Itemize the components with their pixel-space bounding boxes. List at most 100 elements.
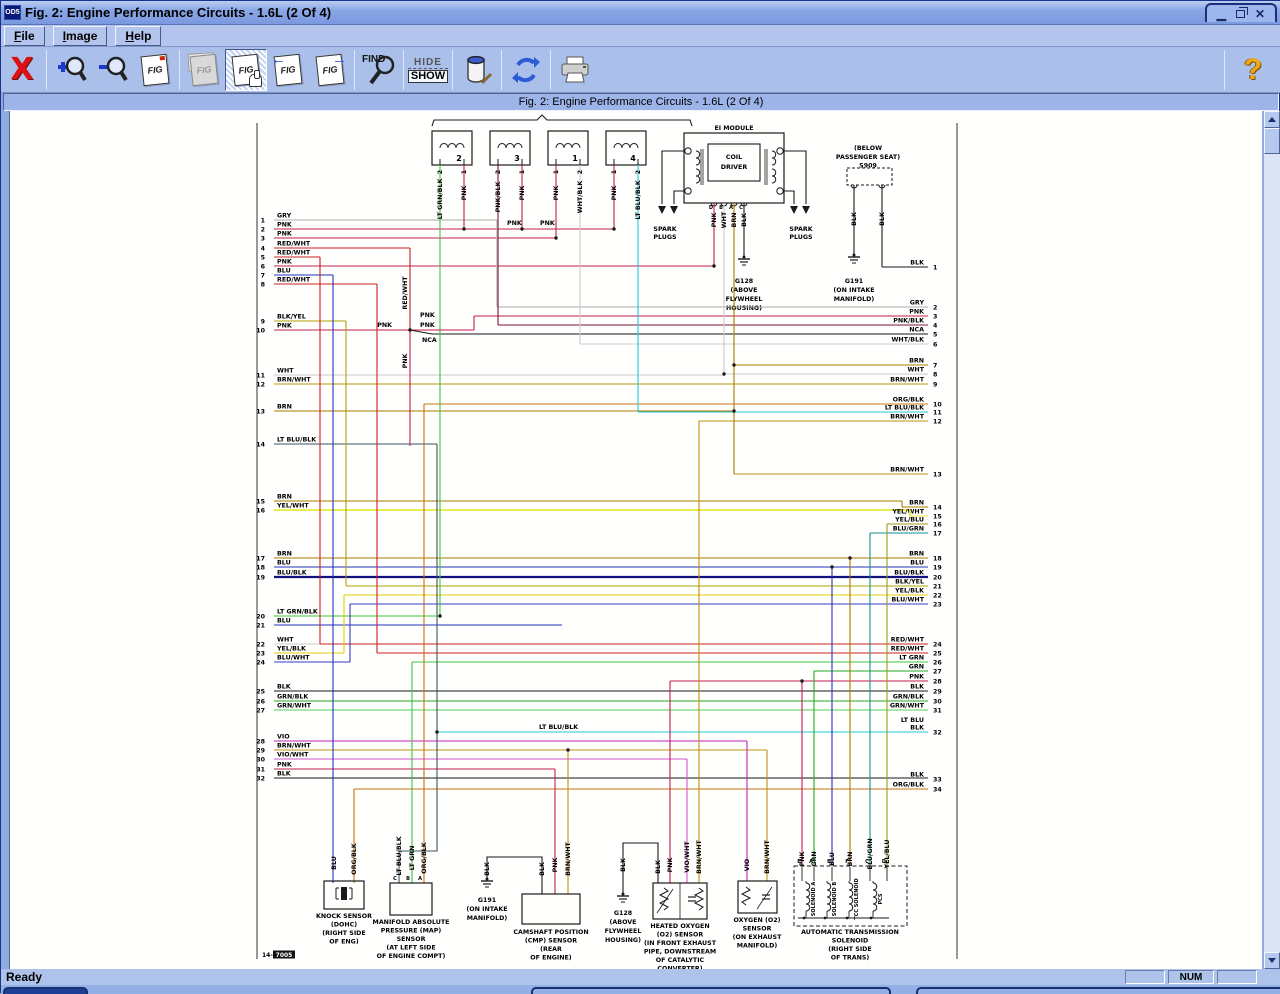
wire-label: YEL/BLU <box>894 517 924 524</box>
wire-label: BLU <box>277 560 291 567</box>
help-button[interactable]: ? <box>1233 50 1273 90</box>
pin-number: 3 <box>933 314 937 321</box>
menu-image[interactable]: Image <box>53 26 108 46</box>
junction-dot <box>732 409 735 412</box>
hide-show-captions-button[interactable]: HIDE SHOW <box>407 49 449 91</box>
wire-color-label: 1 <box>611 170 618 174</box>
wire <box>410 330 432 334</box>
junction-dot <box>462 227 465 230</box>
wire <box>757 887 772 909</box>
find-button[interactable]: FIND <box>358 49 400 91</box>
wire-label: BLU <box>277 618 291 625</box>
restore-button[interactable] <box>1236 10 1245 18</box>
wire-label: BRN <box>909 358 924 365</box>
wire-label: GRN <box>909 664 924 671</box>
wire-label: PNK <box>277 323 293 330</box>
zoom-out-icon <box>96 53 130 87</box>
wire-label: PNK <box>277 259 293 266</box>
solenoid-label: TCC SOLENOID <box>854 878 860 919</box>
pin-number: 20 <box>256 614 265 621</box>
minimize-button[interactable]: ▁ <box>1217 9 1226 19</box>
diagram-label: PASSENGER SEAT) <box>836 154 900 161</box>
component-label: OF TRANS) <box>831 955 870 962</box>
wire-color-label: PNK/BLK <box>495 181 502 213</box>
component-label: (O2) SENSOR <box>657 932 704 939</box>
wire-label: BRN/WHT <box>890 377 924 384</box>
scroll-up-button[interactable] <box>1264 111 1280 128</box>
printer-icon <box>557 53 593 87</box>
pin-number: 8 <box>933 372 937 379</box>
zoom-in-button[interactable] <box>50 49 92 91</box>
wire-color-label: LT GRN <box>409 846 416 871</box>
toolbar-separator <box>46 50 47 90</box>
pin-number: 6 <box>261 264 266 271</box>
wire-label: GRN/WHT <box>890 703 925 710</box>
menu-help[interactable]: Help <box>115 26 161 46</box>
pin-number: 8 <box>261 282 265 289</box>
ignition-coil <box>432 131 472 165</box>
diagram-label: A <box>729 205 733 211</box>
toolbar-separator <box>179 50 180 90</box>
wire-label: LT BLU/BLK <box>277 437 317 444</box>
wire <box>674 191 684 204</box>
figure-caption: Fig. 2: Engine Performance Circuits - 1.… <box>519 96 764 108</box>
diagram-label: PLUGS <box>789 234 813 241</box>
diagram-label: 14- <box>262 952 273 959</box>
pin-number: 19 <box>933 565 942 572</box>
wire-color-label: BRN/WHT <box>764 839 771 873</box>
diagram-label: 1 <box>572 154 578 163</box>
component-label: PRESSURE (MAP) <box>381 928 442 935</box>
pin-number: 6 <box>933 342 938 349</box>
diagram-label: PNK <box>420 312 436 319</box>
wire-color-label: 1 <box>553 170 560 174</box>
resistor-symbol <box>742 887 750 905</box>
wire-label: GRN/WHT <box>277 703 312 710</box>
previous-figure-button[interactable]: FIG ← <box>267 49 309 91</box>
menu-file[interactable]: File <box>4 26 45 46</box>
toolbar-separator <box>550 50 551 90</box>
scroll-down-button[interactable] <box>1264 952 1280 969</box>
figure-select-button-pressed[interactable]: FIG <box>225 49 267 91</box>
ignition-coil <box>548 131 588 165</box>
refresh-button[interactable] <box>505 49 547 91</box>
diagram-label: PLUGS <box>653 234 677 241</box>
pin-number: 7 <box>933 363 937 370</box>
pin-number: 9 <box>261 319 265 326</box>
pin-number: 32 <box>933 730 942 737</box>
diagram-label: S909 <box>859 163 877 170</box>
wire-color-label: RED/WHT <box>402 276 409 310</box>
wire-label: NCA <box>909 327 924 334</box>
component-label: MANIFOLD ABSOLUTE <box>373 919 450 926</box>
wire-label: BLU/BLK <box>894 570 925 577</box>
pin-number: 15 <box>256 499 265 506</box>
wire-color-label: PNK <box>402 352 409 368</box>
ground-label: (ABOVE <box>731 287 758 294</box>
diagram-canvas[interactable]: 2314COILDRIVEREI MODULE(BELOWPASSENGER S… <box>9 111 1262 969</box>
pin-number: 24 <box>933 642 942 649</box>
figure-page-disabled-icon: FIG <box>190 53 219 86</box>
vertical-scrollbar[interactable] <box>1263 111 1280 969</box>
wire-label: YEL/WHT <box>276 503 309 510</box>
next-figure-button[interactable]: FIG → <box>309 49 351 91</box>
figure-list-button[interactable]: FIG <box>183 49 225 91</box>
component-label: KNOCK SENSOR <box>316 913 372 920</box>
wire-color-label: LT BLU/BLK <box>635 179 642 219</box>
coil-symbol <box>440 144 464 149</box>
print-button[interactable] <box>554 49 596 91</box>
num-lock-indicator: NUM <box>1168 970 1214 984</box>
close-figure-button[interactable]: X <box>1 49 43 91</box>
pin-number: 25 <box>933 651 942 658</box>
component-box <box>522 894 580 924</box>
view-figure-button[interactable]: FIG <box>134 49 176 91</box>
pin-number: 14 <box>933 505 942 512</box>
junction-dot <box>566 748 569 751</box>
coil-symbol <box>614 144 638 149</box>
solenoid-winding <box>873 883 877 911</box>
scrollbar-thumb[interactable] <box>1264 128 1280 154</box>
close-button[interactable]: ✕ <box>1255 9 1265 19</box>
annotate-button[interactable] <box>456 49 498 91</box>
status-cell-empty <box>1125 970 1165 984</box>
pin-number: 13 <box>256 409 265 416</box>
back-arrow-icon: ← <box>271 51 286 68</box>
zoom-out-button[interactable] <box>92 49 134 91</box>
